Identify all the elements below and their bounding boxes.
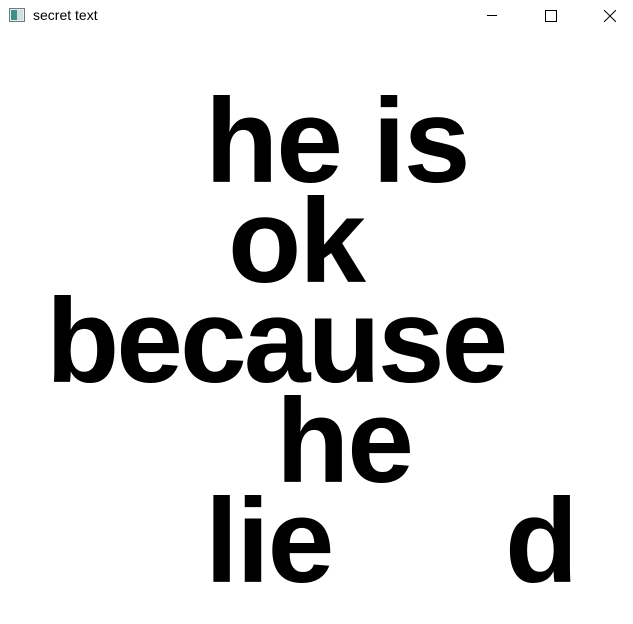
title-bar[interactable]: secret text <box>0 0 633 31</box>
image-canvas: he is ok because he lie d <box>0 31 633 624</box>
minimize-icon <box>487 15 497 16</box>
app-window: secret text he is ok because he lie d <box>0 0 633 624</box>
close-button[interactable] <box>586 0 632 31</box>
close-icon <box>604 10 616 22</box>
maximize-icon <box>545 10 557 22</box>
window-app-icon <box>9 8 25 22</box>
maximize-button[interactable] <box>527 0 573 31</box>
window-title: secret text <box>33 7 98 23</box>
text-line-d: d <box>505 474 578 608</box>
text-line-lie: lie <box>205 474 334 608</box>
minimize-button[interactable] <box>469 0 515 31</box>
